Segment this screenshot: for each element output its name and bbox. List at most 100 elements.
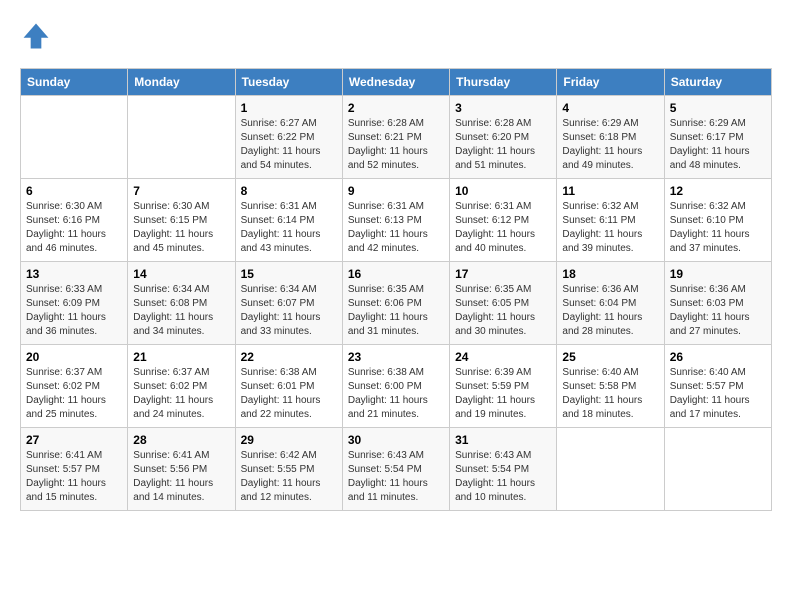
calendar-week-row: 13 Sunrise: 6:33 AMSunset: 6:09 PMDayligh…	[21, 262, 772, 345]
calendar-cell: 4 Sunrise: 6:29 AMSunset: 6:18 PMDaylight…	[557, 96, 664, 179]
day-info: Sunrise: 6:36 AMSunset: 6:04 PMDaylight:…	[562, 283, 658, 339]
day-number: 6	[26, 184, 122, 198]
calendar-cell	[557, 428, 664, 511]
day-number: 20	[26, 350, 122, 364]
calendar-cell: 6 Sunrise: 6:30 AMSunset: 6:16 PMDaylight…	[21, 179, 128, 262]
day-number: 15	[241, 267, 337, 281]
day-number: 24	[455, 350, 551, 364]
calendar-cell: 22 Sunrise: 6:38 AMSunset: 6:01 PMDayligh…	[235, 345, 342, 428]
day-info: Sunrise: 6:31 AMSunset: 6:13 PMDaylight:…	[348, 200, 444, 256]
day-info: Sunrise: 6:40 AMSunset: 5:58 PMDaylight:…	[562, 366, 658, 422]
day-info: Sunrise: 6:31 AMSunset: 6:14 PMDaylight:…	[241, 200, 337, 256]
calendar-cell	[21, 96, 128, 179]
logo	[20, 20, 56, 52]
column-header-saturday: Saturday	[664, 69, 771, 96]
calendar-cell: 10 Sunrise: 6:31 AMSunset: 6:12 PMDayligh…	[450, 179, 557, 262]
day-info: Sunrise: 6:41 AMSunset: 5:56 PMDaylight:…	[133, 449, 229, 505]
day-number: 1	[241, 101, 337, 115]
calendar-cell: 16Sunrise: 6:35 AMSunset: 6:06 PMDayligh…	[342, 262, 449, 345]
calendar-cell: 15 Sunrise: 6:34 AMSunset: 6:07 PMDayligh…	[235, 262, 342, 345]
calendar-cell: 7 Sunrise: 6:30 AMSunset: 6:15 PMDaylight…	[128, 179, 235, 262]
calendar-cell: 26Sunrise: 6:40 AMSunset: 5:57 PMDayligh…	[664, 345, 771, 428]
day-info: Sunrise: 6:43 AMSunset: 5:54 PMDaylight:…	[455, 449, 551, 505]
day-number: 9	[348, 184, 444, 198]
column-header-sunday: Sunday	[21, 69, 128, 96]
day-number: 10	[455, 184, 551, 198]
calendar-cell: 29Sunrise: 6:42 AMSunset: 5:55 PMDayligh…	[235, 428, 342, 511]
calendar-cell: 12Sunrise: 6:32 AMSunset: 6:10 PMDayligh…	[664, 179, 771, 262]
day-info: Sunrise: 6:38 AMSunset: 6:01 PMDaylight:…	[241, 366, 337, 422]
day-number: 12	[670, 184, 766, 198]
day-info: Sunrise: 6:33 AMSunset: 6:09 PMDaylight:…	[26, 283, 122, 339]
day-info: Sunrise: 6:28 AMSunset: 6:21 PMDaylight:…	[348, 117, 444, 173]
calendar-cell: 1 Sunrise: 6:27 AMSunset: 6:22 PMDaylight…	[235, 96, 342, 179]
calendar-cell: 21 Sunrise: 6:37 AMSunset: 6:02 PMDayligh…	[128, 345, 235, 428]
day-number: 16	[348, 267, 444, 281]
day-info: Sunrise: 6:30 AMSunset: 6:15 PMDaylight:…	[133, 200, 229, 256]
day-info: Sunrise: 6:31 AMSunset: 6:12 PMDaylight:…	[455, 200, 551, 256]
day-number: 13	[26, 267, 122, 281]
day-info: Sunrise: 6:28 AMSunset: 6:20 PMDaylight:…	[455, 117, 551, 173]
day-number: 23	[348, 350, 444, 364]
day-info: Sunrise: 6:41 AMSunset: 5:57 PMDaylight:…	[26, 449, 122, 505]
column-header-monday: Monday	[128, 69, 235, 96]
column-header-friday: Friday	[557, 69, 664, 96]
day-number: 17	[455, 267, 551, 281]
calendar-header-row: SundayMondayTuesdayWednesdayThursdayFrid…	[21, 69, 772, 96]
day-info: Sunrise: 6:32 AMSunset: 6:11 PMDaylight:…	[562, 200, 658, 256]
calendar-cell: 9 Sunrise: 6:31 AMSunset: 6:13 PMDaylight…	[342, 179, 449, 262]
calendar-cell: 20Sunrise: 6:37 AMSunset: 6:02 PMDayligh…	[21, 345, 128, 428]
day-number: 27	[26, 433, 122, 447]
day-info: Sunrise: 6:34 AMSunset: 6:07 PMDaylight:…	[241, 283, 337, 339]
day-info: Sunrise: 6:43 AMSunset: 5:54 PMDaylight:…	[348, 449, 444, 505]
page-header	[20, 20, 772, 52]
calendar-week-row: 6 Sunrise: 6:30 AMSunset: 6:16 PMDaylight…	[21, 179, 772, 262]
calendar-cell: 27 Sunrise: 6:41 AMSunset: 5:57 PMDayligh…	[21, 428, 128, 511]
calendar-week-row: 27 Sunrise: 6:41 AMSunset: 5:57 PMDayligh…	[21, 428, 772, 511]
calendar-cell: 3 Sunrise: 6:28 AMSunset: 6:20 PMDaylight…	[450, 96, 557, 179]
day-number: 26	[670, 350, 766, 364]
day-number: 18	[562, 267, 658, 281]
calendar-cell: 13 Sunrise: 6:33 AMSunset: 6:09 PMDayligh…	[21, 262, 128, 345]
day-number: 7	[133, 184, 229, 198]
column-header-tuesday: Tuesday	[235, 69, 342, 96]
calendar-cell: 14Sunrise: 6:34 AMSunset: 6:08 PMDayligh…	[128, 262, 235, 345]
day-number: 19	[670, 267, 766, 281]
day-info: Sunrise: 6:42 AMSunset: 5:55 PMDaylight:…	[241, 449, 337, 505]
calendar-cell: 23 Sunrise: 6:38 AMSunset: 6:00 PMDayligh…	[342, 345, 449, 428]
day-info: Sunrise: 6:37 AMSunset: 6:02 PMDaylight:…	[133, 366, 229, 422]
day-number: 31	[455, 433, 551, 447]
day-info: Sunrise: 6:39 AMSunset: 5:59 PMDaylight:…	[455, 366, 551, 422]
day-number: 2	[348, 101, 444, 115]
calendar-table: SundayMondayTuesdayWednesdayThursdayFrid…	[20, 68, 772, 511]
day-info: Sunrise: 6:36 AMSunset: 6:03 PMDaylight:…	[670, 283, 766, 339]
calendar-cell: 11Sunrise: 6:32 AMSunset: 6:11 PMDayligh…	[557, 179, 664, 262]
column-header-thursday: Thursday	[450, 69, 557, 96]
calendar-cell: 5Sunrise: 6:29 AMSunset: 6:17 PMDaylight…	[664, 96, 771, 179]
calendar-cell: 17 Sunrise: 6:35 AMSunset: 6:05 PMDayligh…	[450, 262, 557, 345]
day-number: 8	[241, 184, 337, 198]
calendar-cell: 2 Sunrise: 6:28 AMSunset: 6:21 PMDaylight…	[342, 96, 449, 179]
calendar-cell	[664, 428, 771, 511]
calendar-cell: 28Sunrise: 6:41 AMSunset: 5:56 PMDayligh…	[128, 428, 235, 511]
logo-icon	[20, 20, 52, 52]
calendar-cell: 30 Sunrise: 6:43 AMSunset: 5:54 PMDayligh…	[342, 428, 449, 511]
day-number: 22	[241, 350, 337, 364]
day-info: Sunrise: 6:30 AMSunset: 6:16 PMDaylight:…	[26, 200, 122, 256]
calendar-week-row: 1 Sunrise: 6:27 AMSunset: 6:22 PMDaylight…	[21, 96, 772, 179]
day-info: Sunrise: 6:27 AMSunset: 6:22 PMDaylight:…	[241, 117, 337, 173]
day-number: 30	[348, 433, 444, 447]
calendar-cell: 24 Sunrise: 6:39 AMSunset: 5:59 PMDayligh…	[450, 345, 557, 428]
day-info: Sunrise: 6:35 AMSunset: 6:05 PMDaylight:…	[455, 283, 551, 339]
day-number: 4	[562, 101, 658, 115]
calendar-week-row: 20 Sunrise: 6:37 AMSunset: 6:02 PMDayligh…	[21, 345, 772, 428]
day-number: 25	[562, 350, 658, 364]
day-number: 3	[455, 101, 551, 115]
calendar-cell	[128, 96, 235, 179]
day-number: 14	[133, 267, 229, 281]
day-number: 21	[133, 350, 229, 364]
calendar-cell: 19 Sunrise: 6:36 AMSunset: 6:03 PMDayligh…	[664, 262, 771, 345]
day-info: Sunrise: 6:29 AMSunset: 6:17 PMDaylight:…	[670, 117, 766, 173]
day-info: Sunrise: 6:38 AMSunset: 6:00 PMDaylight:…	[348, 366, 444, 422]
day-info: Sunrise: 6:29 AMSunset: 6:18 PMDaylight:…	[562, 117, 658, 173]
